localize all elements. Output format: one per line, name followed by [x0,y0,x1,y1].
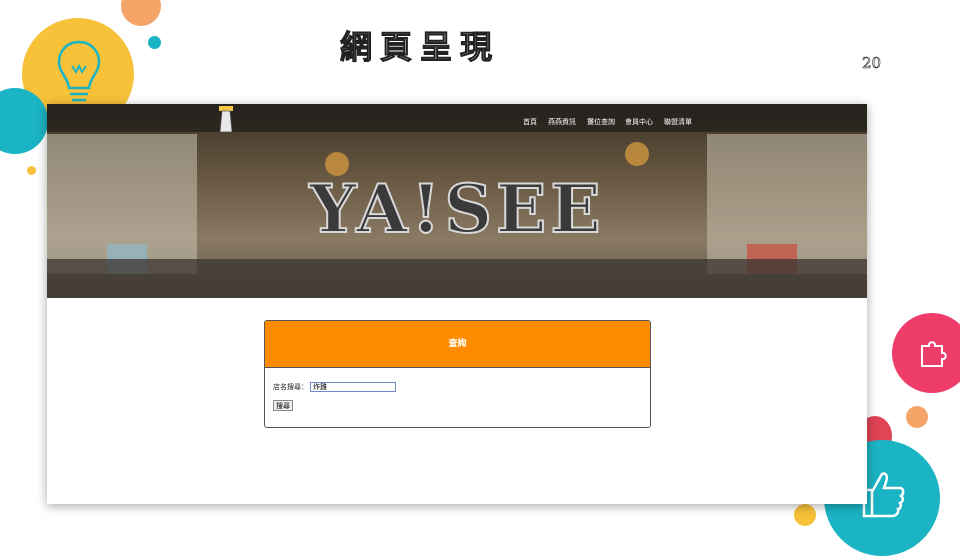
slide-page-number: 20 [862,54,882,73]
site-navbar [47,104,867,132]
decor-dot-teal [148,36,161,49]
decor-dot-yellow [27,166,36,175]
decor-dot-yellow-bottom [794,504,816,526]
search-panel-header: 查詢 [265,321,650,368]
nav-alliance-list[interactable]: 聯盟清單 [664,117,692,127]
store-search-row: 店名搜尋： [273,382,396,392]
nav-stall-search[interactable]: 攤位查詢 [587,117,615,127]
decor-dot-orange [906,406,928,428]
brand-logo-text: YA!SEE [308,169,605,249]
hero-banner: 首頁 燕燕資訊 攤位查詢 會員中心 聯盟清單 YA!SEE [47,104,867,298]
puzzle-icon [916,336,950,370]
decor-circle-orange [121,0,161,26]
lighthouse-logo-icon[interactable] [217,106,235,133]
website-screenshot: 首頁 燕燕資訊 攤位查詢 會員中心 聯盟清單 YA!SEE 查詢 店名搜尋： 搜… [47,104,867,504]
search-panel: 查詢 店名搜尋： 搜尋 [264,320,651,428]
nav-member-center[interactable]: 會員中心 [625,117,653,127]
nav-info[interactable]: 燕燕資訊 [548,117,576,127]
lightbulb-icon [54,38,104,108]
store-search-input[interactable] [310,382,396,392]
slide-title: 網頁呈現 [339,28,501,67]
store-search-label: 店名搜尋： [273,383,308,391]
search-button[interactable]: 搜尋 [273,400,293,411]
nav-home[interactable]: 首頁 [523,117,537,127]
